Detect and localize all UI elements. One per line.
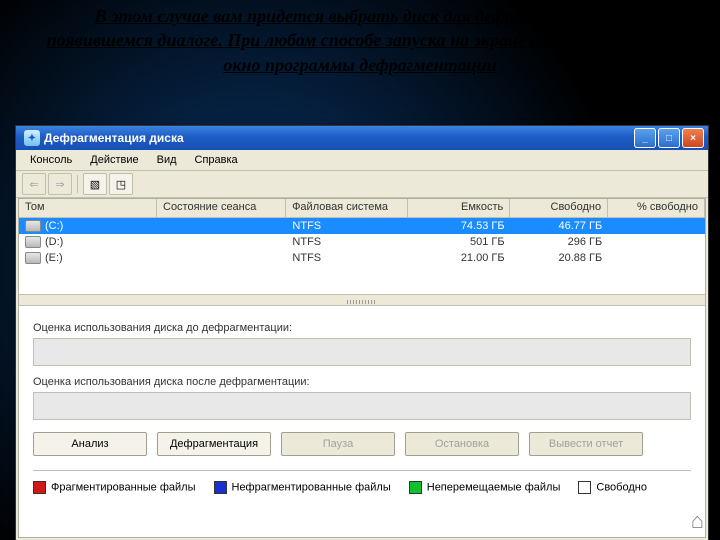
map-after xyxy=(33,392,691,420)
col-free[interactable]: Свободно xyxy=(510,199,608,217)
menu-help[interactable]: Справка xyxy=(187,152,246,168)
toolbar-view2-button[interactable]: ◳ xyxy=(109,173,133,195)
table-row[interactable]: (E:) NTFS 21.00 ГБ 20.88 ГБ xyxy=(19,250,705,266)
cell-capacity: 501 ГБ xyxy=(408,236,510,248)
report-button[interactable]: Вывести отчет xyxy=(529,432,643,456)
menubar: Консоль Действие Вид Справка xyxy=(16,150,708,171)
menu-console[interactable]: Консоль xyxy=(22,152,80,168)
col-fs[interactable]: Файловая система xyxy=(286,199,408,217)
cell-capacity: 21.00 ГБ xyxy=(408,252,510,264)
label-after: Оценка использования диска после дефрагм… xyxy=(33,376,691,388)
splitter[interactable] xyxy=(19,294,705,306)
defrag-window: ✦ Дефрагментация диска _ □ × Консоль Дей… xyxy=(15,125,709,540)
window-title: Дефрагментация диска xyxy=(44,131,634,145)
grid-header: Том Состояние сеанса Файловая система Ем… xyxy=(19,199,705,218)
close-button[interactable]: × xyxy=(682,128,704,148)
grid-body: (C:) NTFS 74.53 ГБ 46.77 ГБ (D:) NTFS 50… xyxy=(19,218,705,266)
cell-free: 20.88 ГБ xyxy=(511,252,609,264)
swatch-free xyxy=(578,481,591,494)
cell-volume: (D:) xyxy=(45,236,63,248)
cell-free: 46.77 ГБ xyxy=(511,220,609,232)
splitter-grip-icon xyxy=(347,300,377,304)
button-row: Анализ Дефрагментация Пауза Остановка Вы… xyxy=(33,432,691,456)
cell-volume: (E:) xyxy=(45,252,63,264)
cell-capacity: 74.53 ГБ xyxy=(408,220,510,232)
legend-label: Фрагментированные файлы xyxy=(51,481,196,493)
app-icon: ✦ xyxy=(24,130,40,146)
maximize-button[interactable]: □ xyxy=(658,128,680,148)
legend-item: Фрагментированные файлы xyxy=(33,481,196,494)
swatch-unmov xyxy=(409,481,422,494)
col-state[interactable]: Состояние сеанса xyxy=(157,199,286,217)
analyze-button[interactable]: Анализ xyxy=(33,432,147,456)
lower-pane: Оценка использования диска до дефрагмент… xyxy=(19,306,705,500)
toolbar-view1-button[interactable]: ▧ xyxy=(83,173,107,195)
drive-icon xyxy=(25,220,41,232)
pause-button[interactable]: Пауза xyxy=(281,432,395,456)
legend-item: Нефрагментированные файлы xyxy=(214,481,391,494)
forward-button[interactable]: ⇒ xyxy=(48,173,72,195)
legend-label: Нефрагментированные файлы xyxy=(232,481,391,493)
stop-button[interactable]: Остановка xyxy=(405,432,519,456)
legend-label: Свободно xyxy=(596,481,647,493)
menu-view[interactable]: Вид xyxy=(149,152,185,168)
content-pane: Том Состояние сеанса Файловая система Ем… xyxy=(18,198,706,538)
col-capacity[interactable]: Емкость xyxy=(408,199,510,217)
cell-free: 296 ГБ xyxy=(511,236,609,248)
swatch-frag xyxy=(33,481,46,494)
drive-icon xyxy=(25,252,41,264)
table-row[interactable]: (D:) NTFS 501 ГБ 296 ГБ xyxy=(19,234,705,250)
minimize-button[interactable]: _ xyxy=(634,128,656,148)
map-before xyxy=(33,338,691,366)
toolbar-separator xyxy=(77,175,78,193)
home-icon[interactable]: ⌂ xyxy=(691,508,704,534)
toolbar: ⇐ ⇒ ▧ ◳ xyxy=(16,171,708,198)
col-volume[interactable]: Том xyxy=(19,199,157,217)
defrag-button[interactable]: Дефрагментация xyxy=(157,432,271,456)
legend-item: Свободно xyxy=(578,481,647,494)
slide-caption: В этом случае вам придется выбрать диск … xyxy=(0,0,720,77)
swatch-unfrag xyxy=(214,481,227,494)
cell-fs: NTFS xyxy=(286,220,408,232)
legend: Фрагментированные файлы Нефрагментирован… xyxy=(33,470,691,494)
cell-volume: (C:) xyxy=(45,220,63,232)
cell-fs: NTFS xyxy=(286,252,408,264)
back-button[interactable]: ⇐ xyxy=(22,173,46,195)
cell-fs: NTFS xyxy=(286,236,408,248)
drive-icon xyxy=(25,236,41,248)
titlebar[interactable]: ✦ Дефрагментация диска _ □ × xyxy=(16,126,708,150)
menu-action[interactable]: Действие xyxy=(82,152,146,168)
label-before: Оценка использования диска до дефрагмент… xyxy=(33,322,691,334)
table-row[interactable]: (C:) NTFS 74.53 ГБ 46.77 ГБ xyxy=(19,218,705,234)
legend-label: Неперемещаемые файлы xyxy=(427,481,561,493)
col-pctfree[interactable]: % свободно xyxy=(608,199,705,217)
legend-item: Неперемещаемые файлы xyxy=(409,481,561,494)
